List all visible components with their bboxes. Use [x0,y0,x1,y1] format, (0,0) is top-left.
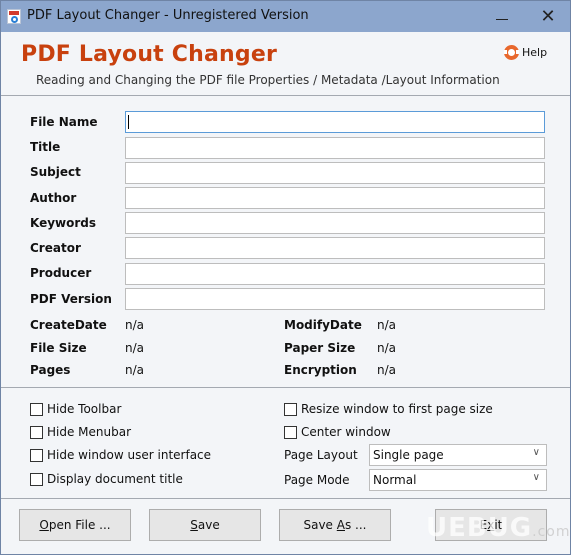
button-label: pen File ... [48,518,111,532]
page-mode-select[interactable]: Normal ∨ [369,469,547,491]
exit-button[interactable]: Ex it [435,509,547,541]
encryption-label: Encryption [284,363,357,377]
mnemonic: A [336,518,345,532]
help-link[interactable]: Help [504,45,547,60]
keywords-label: Keywords [30,216,97,230]
checkbox-box[interactable] [284,402,297,416]
page-mode-label: Page Mode [284,473,350,487]
button-label: Save [303,518,337,532]
producer-input[interactable] [125,263,545,285]
author-label: Author [30,191,77,205]
encryption-value: n/a [377,363,397,377]
paper-size-label: Paper Size [284,341,356,355]
page-layout-select[interactable]: Single page ∨ [369,444,547,466]
button-label: E [479,518,488,532]
file-name-input[interactable] [125,111,545,133]
save-as-button[interactable]: Save As ... [279,509,391,541]
mnemonic: O [39,518,49,532]
create-date-value: n/a [125,318,145,332]
mnemonic: x [487,518,495,532]
app-title: PDF Layout Changer [21,42,277,67]
file-size-label: File Size [30,341,87,355]
producer-label: Producer [30,266,92,280]
file-name-label: File Name [30,115,98,129]
checkbox-box[interactable] [284,425,297,439]
pages-value: n/a [125,363,145,377]
checkbox-label: Hide window user interface [47,448,212,462]
title-input[interactable] [125,137,545,159]
title-label: Title [30,140,61,154]
button-label: ave [197,518,220,532]
title-bar[interactable]: PDF Layout Changer - Unregistered Versio… [1,1,570,32]
display-doc-title-checkbox[interactable]: Display document title [30,472,183,486]
help-label: Help [522,46,548,59]
center-window-checkbox[interactable]: Center window [284,425,391,439]
section-divider [1,498,570,499]
chevron-down-icon: ∨ [532,472,540,483]
section-divider [1,387,570,388]
checkbox-label: Center window [301,425,391,439]
pages-label: Pages [30,363,71,377]
create-date-label: CreateDate [30,318,107,332]
close-icon: ✕ [540,5,556,27]
checkbox-box[interactable] [30,472,43,486]
page-mode-value: Normal [373,473,417,487]
minimize-button[interactable] [479,1,525,31]
mnemonic: S [190,518,198,532]
checkbox-label: Resize window to first page size [301,402,493,416]
open-file-button[interactable]: Open File ... [19,509,131,541]
subject-label: Subject [30,165,81,179]
pdf-app-icon [7,9,21,24]
keywords-input[interactable] [125,212,545,234]
hide-window-ui-checkbox[interactable]: Hide window user interface [30,448,211,462]
page-layout-value: Single page [373,448,444,462]
pdf-version-label: PDF Version [30,292,112,306]
modify-date-label: ModifyDate [284,318,362,332]
author-input[interactable] [125,187,545,209]
resize-window-checkbox[interactable]: Resize window to first page size [284,402,493,416]
checkbox-box[interactable] [30,425,43,439]
creator-label: Creator [30,241,81,255]
hide-toolbar-checkbox[interactable]: Hide Toolbar [30,402,121,416]
subject-input[interactable] [125,162,545,184]
minimize-icon [496,18,508,20]
button-label: s ... [344,518,367,532]
checkbox-box[interactable] [30,448,43,462]
checkbox-label: Display document title [47,472,183,486]
modify-date-value: n/a [377,318,397,332]
chevron-down-icon: ∨ [532,447,540,458]
hide-menubar-checkbox[interactable]: Hide Menubar [30,425,131,439]
save-button[interactable]: Save [149,509,261,541]
checkbox-label: Hide Toolbar [47,402,122,416]
button-label: it [494,518,503,532]
page-layout-label: Page Layout [284,448,358,462]
lifebuoy-icon [504,45,519,60]
paper-size-value: n/a [377,341,397,355]
pdf-version-input[interactable] [125,288,545,310]
window-title: PDF Layout Changer - Unregistered Versio… [27,8,309,23]
close-button[interactable]: ✕ [525,1,571,31]
app-window: PDF Layout Changer - Unregistered Versio… [0,0,571,555]
checkbox-label: Hide Menubar [47,425,132,439]
app-subtitle: Reading and Changing the PDF file Proper… [36,73,500,87]
checkbox-box[interactable] [30,402,43,416]
creator-input[interactable] [125,237,545,259]
file-size-value: n/a [125,341,145,355]
header: PDF Layout Changer Reading and Changing … [1,32,570,96]
text-caret [128,115,129,129]
